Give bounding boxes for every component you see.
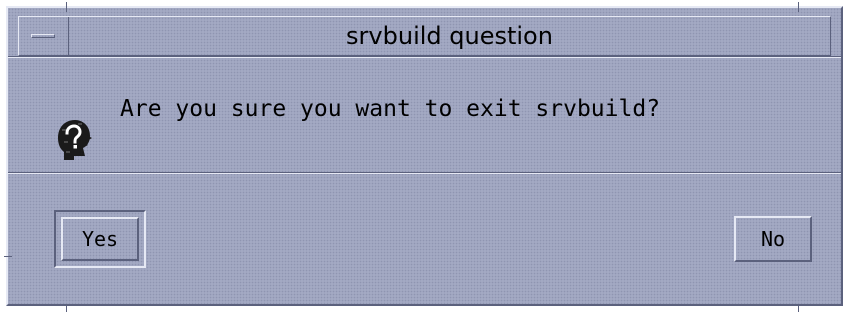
frame-corner-tick xyxy=(66,304,67,312)
yes-button[interactable]: Yes xyxy=(61,217,139,261)
window-menu-button[interactable] xyxy=(19,17,69,55)
yes-button-label: Yes xyxy=(81,227,119,251)
frame-corner-tick xyxy=(798,304,799,312)
yes-button-default-frame[interactable]: Yes xyxy=(54,210,146,268)
window-menu-icon xyxy=(31,34,55,38)
title-divider xyxy=(8,56,841,58)
no-button-label: No xyxy=(760,227,786,251)
frame-corner-tick xyxy=(4,256,12,257)
button-area-divider xyxy=(8,172,841,174)
message-text: Are you sure you want to exit srvbuild? xyxy=(120,96,661,122)
question-dialog: srvbuild question Are you sure you want … xyxy=(4,2,843,312)
window-title: srvbuild question xyxy=(346,22,553,50)
question-icon xyxy=(58,120,93,160)
title-bar[interactable]: srvbuild question xyxy=(18,16,831,56)
no-button[interactable]: No xyxy=(734,216,812,262)
frame-corner-tick xyxy=(798,2,799,12)
frame-corner-tick xyxy=(66,2,67,12)
